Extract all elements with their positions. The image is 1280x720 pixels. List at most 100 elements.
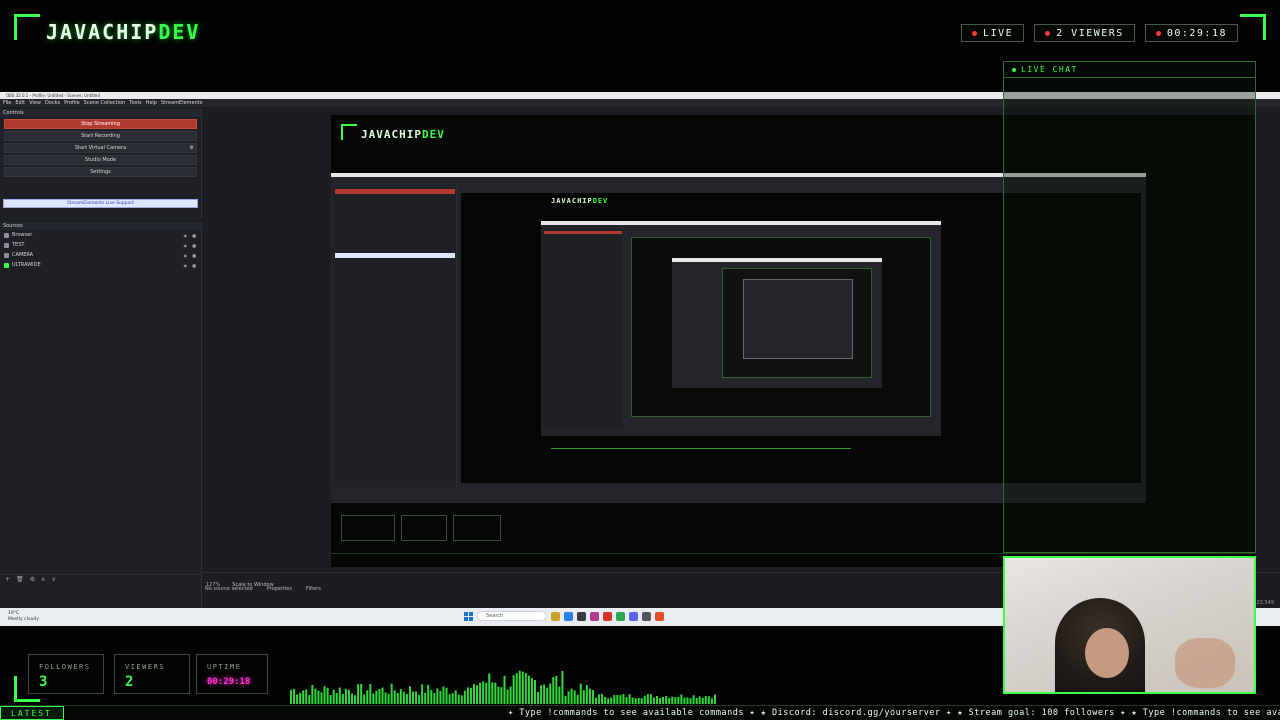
visualizer-bar	[530, 678, 533, 704]
menu-scene-collection[interactable]: Scene Collection	[84, 100, 126, 106]
frame-corner-top-right	[1240, 14, 1266, 40]
acrobat-icon[interactable]	[603, 611, 612, 621]
visualizer-bar	[347, 689, 350, 704]
eye-icon[interactable]: ◉	[184, 253, 188, 258]
uptime-dot-icon	[1155, 30, 1161, 36]
visualizer-bar	[497, 686, 500, 704]
source-item[interactable]: Browser ◉ ■	[0, 230, 201, 240]
file-explorer-icon[interactable]	[551, 611, 560, 621]
studio-mode-button[interactable]: Studio Mode	[4, 155, 197, 165]
windows-start-icon[interactable]	[464, 611, 473, 621]
edge-icon[interactable]	[564, 611, 573, 621]
add-source-button[interactable]: +	[5, 576, 10, 583]
followers-stat: FOLLOWERS 3	[28, 654, 104, 694]
discord-icon[interactable]	[629, 611, 638, 621]
eye-icon[interactable]: ◉	[184, 263, 188, 268]
move-down-button[interactable]: ∨	[51, 576, 55, 583]
menu-docks[interactable]: Docks	[45, 100, 60, 106]
visualizer-bar	[534, 680, 536, 704]
source-name: Browser	[12, 232, 33, 238]
visualizer-bar	[677, 696, 680, 704]
weather-widget[interactable]: 19°C Mostly cloudy	[8, 611, 39, 623]
visualizer-bar	[713, 694, 716, 704]
settings-button[interactable]: Settings	[4, 167, 197, 177]
visualizer-bar	[293, 688, 296, 704]
visualizer-bar	[610, 697, 613, 704]
visualizer-bar	[622, 694, 625, 704]
visualizer-bar	[479, 682, 482, 704]
visualizer-bar	[552, 677, 555, 704]
visualizer-bar	[387, 693, 390, 704]
chrome-icon[interactable]	[655, 611, 664, 621]
visualizer-bar	[546, 687, 549, 704]
start-recording-button[interactable]: Start Recording	[4, 131, 197, 141]
visualizer-bar	[668, 698, 671, 704]
source-item[interactable]: TEST ◉ ■	[0, 240, 201, 250]
visualizer-bar	[424, 692, 427, 704]
visualizer-bar	[396, 692, 399, 704]
stop-streaming-button[interactable]: Stop Streaming	[4, 119, 197, 129]
taskbar-search[interactable]: Search	[477, 611, 547, 621]
properties-button[interactable]: Properties	[267, 586, 292, 592]
visualizer-bar	[692, 695, 695, 704]
visualizer-bar	[509, 686, 512, 704]
menu-view[interactable]: View	[29, 100, 41, 106]
visualizer-bar	[527, 675, 530, 704]
gear-icon[interactable]: ⚙	[190, 145, 194, 151]
lock-icon[interactable]: ■	[192, 263, 196, 268]
menu-tools[interactable]: Tools	[129, 100, 141, 106]
app-icon[interactable]	[590, 611, 599, 621]
visualizer-bar	[469, 687, 472, 704]
visualizer-bar	[649, 694, 652, 704]
menu-streamelements[interactable]: StreamElements	[161, 100, 202, 106]
controls-title: Controls	[0, 109, 201, 117]
visualizer-bar	[662, 696, 665, 704]
source-item[interactable]: ULTRAWIDE ◉ ■	[0, 260, 201, 270]
camera-icon	[4, 252, 9, 258]
visualizer-bar	[305, 689, 308, 704]
preview-corner	[341, 124, 357, 140]
visualizer-bar	[393, 690, 396, 704]
start-virtual-camera-button[interactable]: Start Virtual Camera ⚙	[4, 143, 197, 153]
lock-icon[interactable]: ■	[192, 233, 196, 238]
visualizer-bar	[491, 682, 494, 704]
menu-help[interactable]: Help	[146, 100, 157, 106]
menu-edit[interactable]: Edit	[15, 100, 25, 106]
visualizer-bar	[308, 694, 311, 704]
store-icon[interactable]	[577, 611, 586, 621]
filters-button[interactable]: Filters	[306, 586, 321, 592]
visualizer-bar	[326, 687, 329, 704]
visualizer-bar	[439, 690, 442, 704]
remove-source-button[interactable]: 🗑	[16, 576, 24, 583]
visualizer-bar	[445, 687, 448, 704]
uptime-badge: 00:29:18	[1144, 24, 1238, 42]
live-chat-panel: LIVE CHAT	[1003, 61, 1256, 553]
visualizer-bar	[427, 684, 430, 704]
visualizer-bar	[524, 673, 527, 704]
obs-icon[interactable]	[642, 611, 651, 621]
move-up-button[interactable]: ∧	[41, 576, 45, 583]
eye-icon[interactable]: ◉	[184, 243, 188, 248]
source-name: TEST	[12, 242, 25, 248]
menu-profile[interactable]: Profile	[64, 100, 80, 106]
spotify-icon[interactable]	[616, 611, 625, 621]
visualizer-bar	[302, 690, 305, 704]
visualizer-bar	[616, 694, 619, 704]
visualizer-bar	[332, 689, 335, 704]
visualizer-bar	[488, 673, 491, 704]
visualizer-bar	[698, 696, 701, 704]
visualizer-bar	[381, 687, 384, 704]
live-support-button[interactable]: StreamElements Live Support	[3, 199, 198, 208]
source-settings-button[interactable]: ⚙	[30, 576, 35, 583]
lock-icon[interactable]: ■	[192, 243, 196, 248]
menu-file[interactable]: File	[3, 100, 11, 106]
eye-icon[interactable]: ◉	[184, 233, 188, 238]
visualizer-bar	[290, 689, 292, 704]
viewers-stat: VIEWERS 2	[114, 654, 190, 694]
visualizer-bar	[707, 696, 710, 704]
visualizer-bar	[351, 693, 353, 704]
lock-icon[interactable]: ■	[192, 253, 196, 258]
source-item[interactable]: CAMERA ◉ ■	[0, 250, 201, 260]
visualizer-bar	[567, 691, 570, 704]
webcam-feed	[1003, 556, 1256, 694]
